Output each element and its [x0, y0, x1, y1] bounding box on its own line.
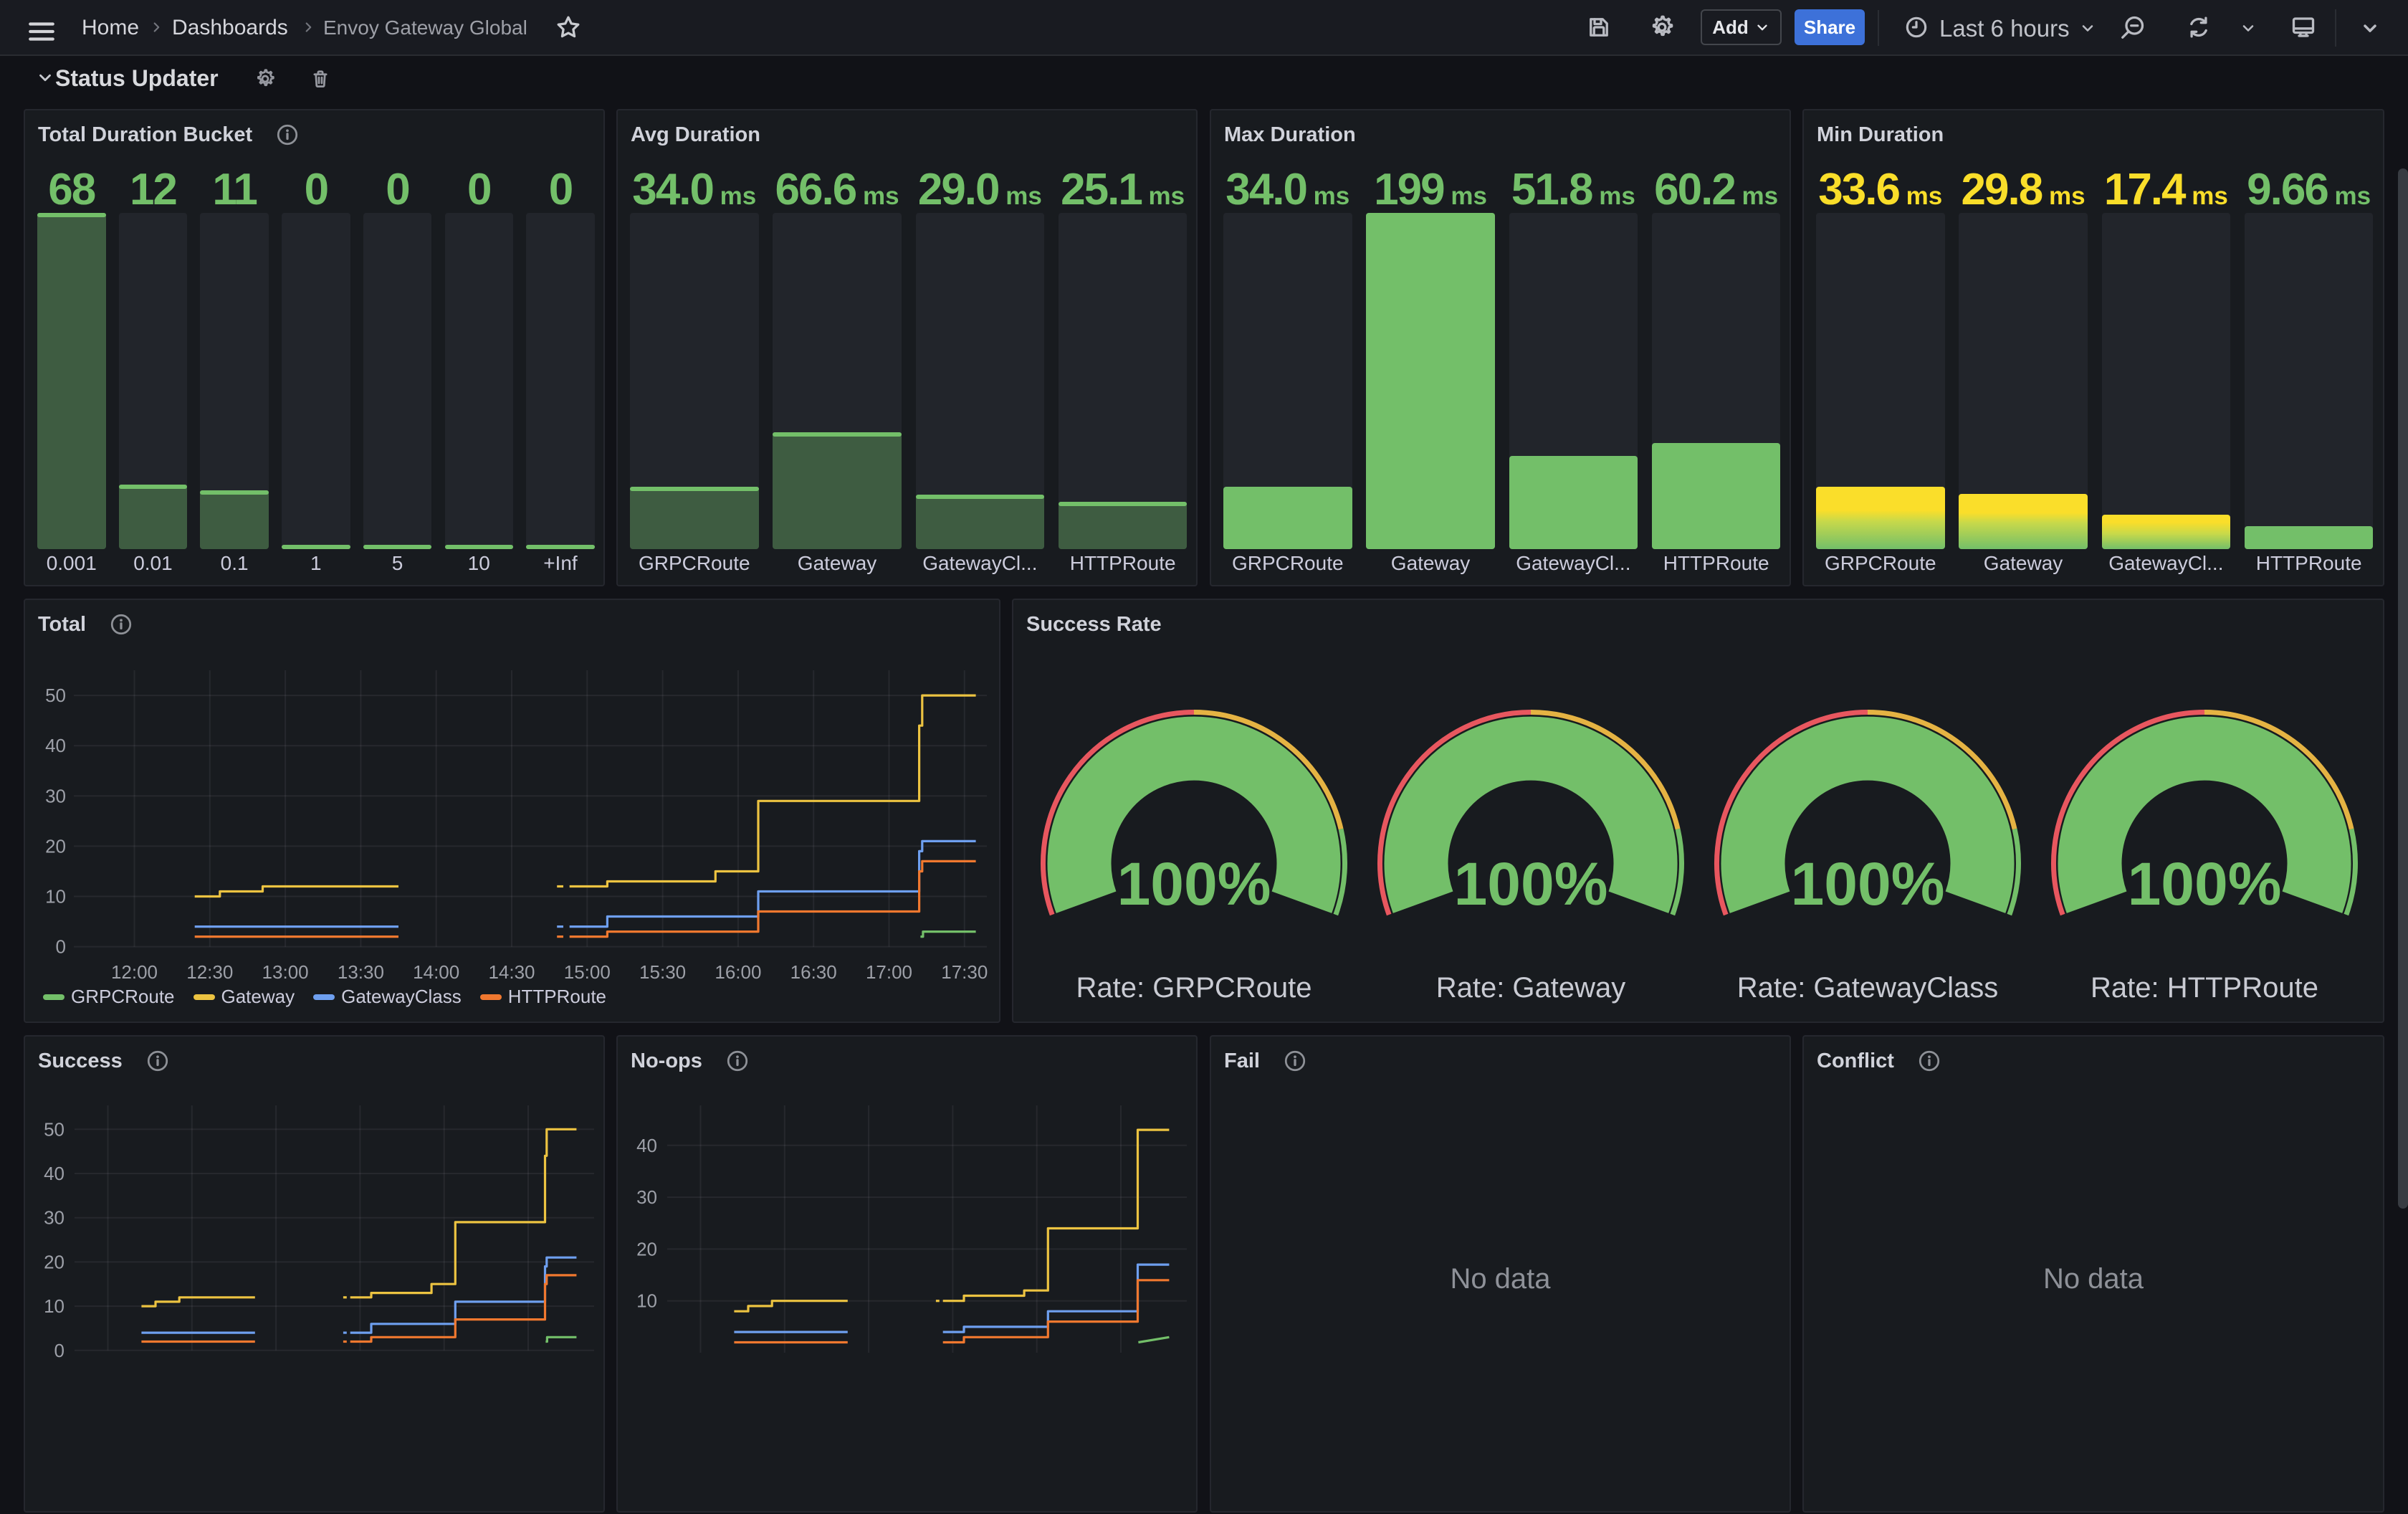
svg-text:30: 30	[636, 1186, 657, 1208]
svg-text:20: 20	[45, 835, 66, 857]
svg-text:13:00: 13:00	[262, 961, 309, 983]
svg-text:20: 20	[636, 1238, 657, 1260]
svg-text:14:30: 14:30	[488, 961, 535, 983]
svg-text:17:00: 17:00	[866, 961, 912, 983]
svg-text:14:00: 14:00	[413, 961, 459, 983]
svg-text:40: 40	[45, 735, 66, 756]
svg-text:16:30: 16:30	[790, 961, 837, 983]
svg-text:15:00: 15:00	[564, 961, 611, 983]
svg-text:50: 50	[44, 1118, 64, 1140]
svg-text:30: 30	[44, 1207, 64, 1229]
svg-text:40: 40	[636, 1135, 657, 1156]
svg-text:17:30: 17:30	[941, 961, 988, 983]
svg-text:12:00: 12:00	[111, 961, 158, 983]
svg-text:0: 0	[56, 936, 66, 958]
svg-text:20: 20	[44, 1251, 64, 1272]
svg-text:10: 10	[636, 1290, 657, 1312]
svg-text:30: 30	[45, 785, 66, 806]
svg-text:40: 40	[44, 1163, 64, 1184]
svg-text:10: 10	[45, 886, 66, 908]
svg-text:15:30: 15:30	[639, 961, 686, 983]
svg-text:10: 10	[44, 1295, 64, 1317]
svg-text:50: 50	[45, 685, 66, 706]
svg-text:13:30: 13:30	[338, 961, 384, 983]
svg-text:12:30: 12:30	[186, 961, 233, 983]
svg-text:16:00: 16:00	[715, 961, 761, 983]
svg-text:0: 0	[54, 1340, 64, 1361]
